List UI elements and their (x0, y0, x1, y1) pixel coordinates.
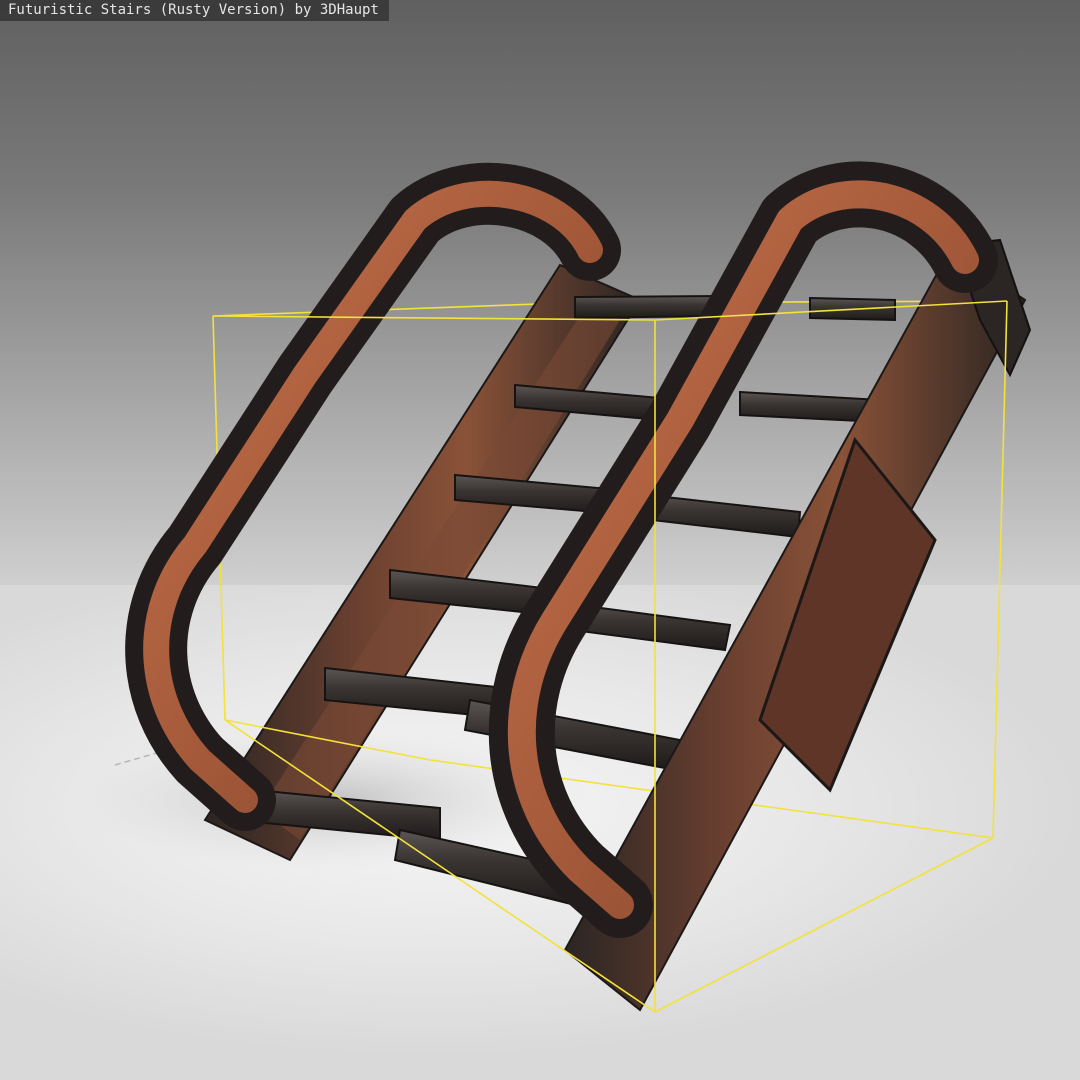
model-title-label: Futuristic Stairs (Rusty Version) by 3DH… (0, 0, 389, 21)
3d-viewport[interactable]: Futuristic Stairs (Rusty Version) by 3DH… (0, 0, 1080, 1080)
scene-render[interactable] (0, 0, 1080, 1080)
